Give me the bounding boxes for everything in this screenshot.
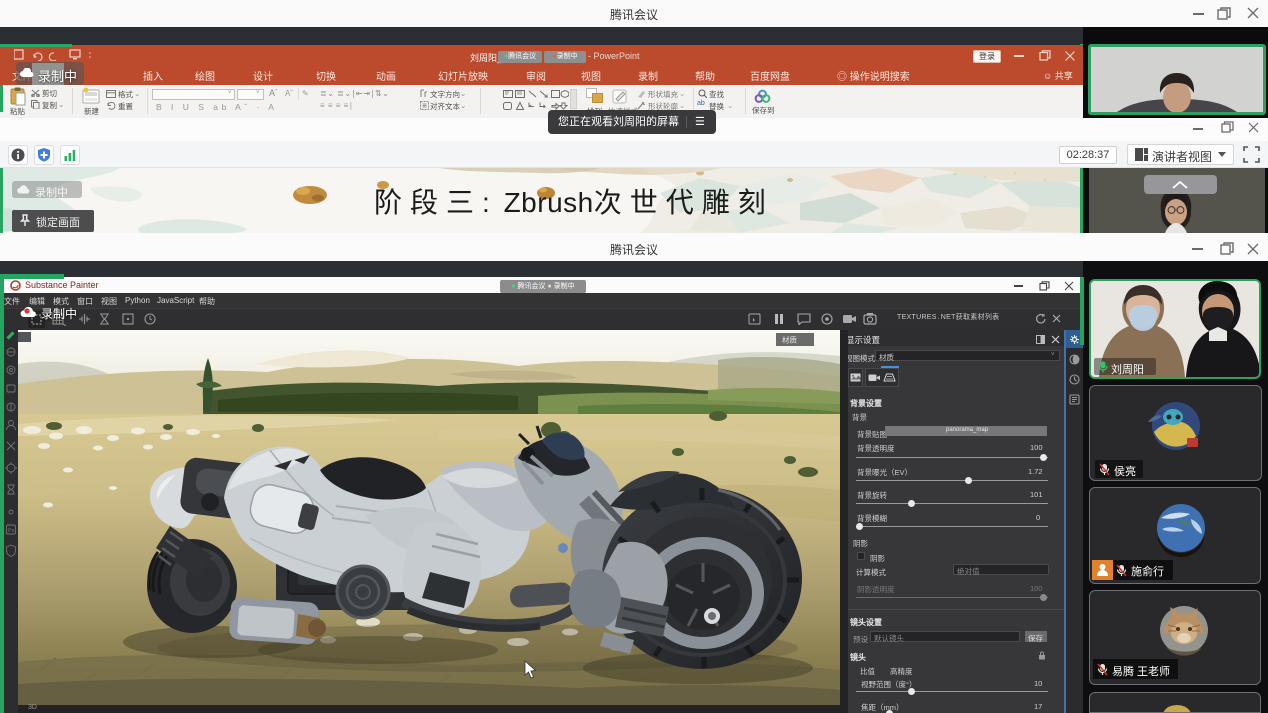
svg-text:◑: ◑ [751, 317, 755, 324]
svg-text:Ps: Ps [8, 528, 15, 534]
svg-text:材质: 材质 [782, 335, 797, 345]
